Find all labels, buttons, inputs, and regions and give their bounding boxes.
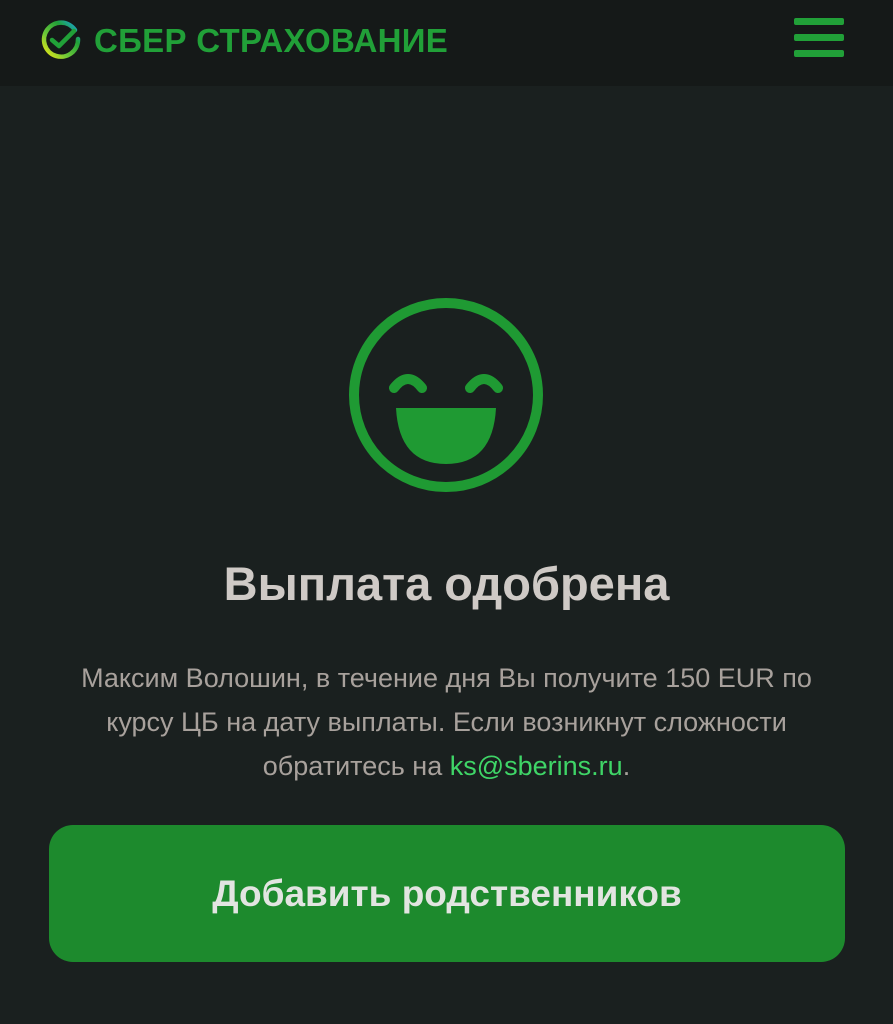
payout-message: Максим Волошин, в течение дня Вы получит… [50,656,843,788]
brand-logo[interactable]: СБЕР СТРАХОВАНИЕ [40,18,448,64]
menu-button[interactable] [794,18,844,58]
page-title: Выплата одобрена [223,557,670,610]
support-email-link[interactable]: ks@sberins.ru [450,751,623,781]
grinning-face-icon [349,298,543,492]
app-header: СБЕР СТРАХОВАНИЕ [0,0,893,86]
message-text: Максим Волошин, в течение дня Вы получит… [81,663,812,781]
sber-check-logo-icon [41,20,81,59]
message-end: . [622,751,631,781]
brand-name: СБЕР СТРАХОВАНИЕ [94,22,449,59]
add-relatives-button[interactable]: Добавить родственников [49,825,845,962]
